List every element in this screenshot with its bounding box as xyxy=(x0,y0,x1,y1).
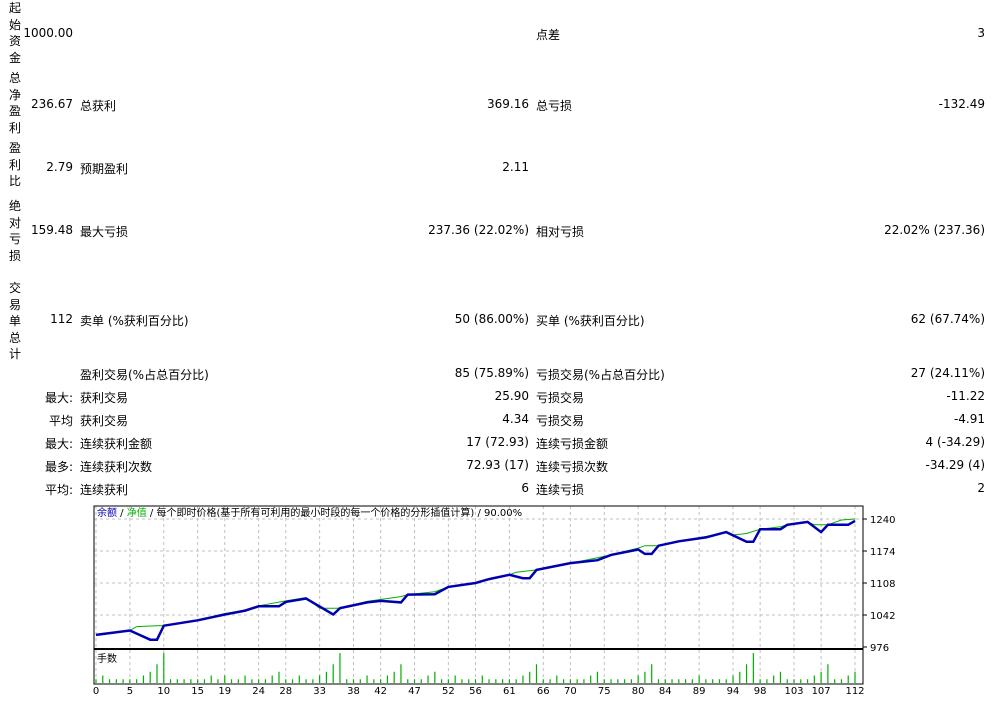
value-left: 237.36 (22.02%) xyxy=(428,223,529,237)
row-prefix: 最大: xyxy=(44,437,73,451)
value-left: 369.16 xyxy=(487,97,529,111)
value-left: 6 xyxy=(521,481,529,495)
value-left: 2.11 xyxy=(502,160,529,174)
x-tick-label: 103 xyxy=(784,686,803,697)
value-left: 50 (86.00%) xyxy=(454,312,529,326)
x-tick-label: 10 xyxy=(157,686,170,697)
row-value: 236.67 xyxy=(31,97,73,111)
x-tick-label: 24 xyxy=(252,686,265,697)
row-label: 绝对亏损 xyxy=(9,199,22,263)
value-right: -132.49 xyxy=(938,97,985,111)
x-tick-label: 52 xyxy=(442,686,455,697)
row-label: 总净盈利 xyxy=(9,71,22,135)
value-right: -4.91 xyxy=(953,412,985,426)
y-tick-label: 1240 xyxy=(870,515,895,526)
x-tick-label: 47 xyxy=(408,686,421,697)
x-tick-label: 28 xyxy=(279,686,292,697)
legend-equity: 净值 xyxy=(127,506,147,519)
value-right: 62 (67.74%) xyxy=(910,312,985,326)
x-tick-label: 94 xyxy=(727,686,740,697)
y-tick-label: 1042 xyxy=(870,611,895,622)
label-right: 点差 xyxy=(536,28,561,42)
value-right: 4 (-34.29) xyxy=(925,435,986,449)
label-left: 连续获利次数 xyxy=(80,460,153,474)
value-left: 25.90 xyxy=(494,389,529,403)
x-tick-label: 98 xyxy=(754,686,767,697)
model-label: 每个即时价格(基于所有可利用的最小时段的每一个价格的分形插值计算) xyxy=(156,506,474,519)
x-tick-label: 19 xyxy=(218,686,231,697)
x-tick-label: 15 xyxy=(191,686,204,697)
x-tick-label: 56 xyxy=(469,686,482,697)
y-tick-label: 1174 xyxy=(870,547,895,558)
y-tick-label: 1108 xyxy=(870,579,895,590)
label-left: 盈利交易(%占总百分比) xyxy=(80,368,209,382)
label-left: 获利交易 xyxy=(80,391,129,405)
value-left: 17 (72.93) xyxy=(466,435,529,449)
label-right: 连续亏损 xyxy=(536,483,585,497)
x-tick-label: 0 xyxy=(93,686,99,697)
x-tick-label: 42 xyxy=(374,686,387,697)
x-tick-label: 75 xyxy=(598,686,611,697)
label-right: 连续亏损次数 xyxy=(536,460,609,474)
x-tick-label: 84 xyxy=(659,686,672,697)
value-right: 22.02% (237.36) xyxy=(884,223,985,237)
value-left: 85 (75.89%) xyxy=(454,366,529,380)
label-left: 连续获利金额 xyxy=(80,437,153,451)
chart-title: 余额 / 净值 / 每个即时价格(基于所有可利用的最小时段的每一个价格的分形插值… xyxy=(97,506,522,519)
value-right: -34.29 (4) xyxy=(925,458,986,472)
label-right: 连续亏损金额 xyxy=(536,437,609,451)
x-tick-label: 89 xyxy=(693,686,706,697)
x-tick-label: 80 xyxy=(632,686,645,697)
label-left: 卖单 (%获利百分比) xyxy=(80,314,189,328)
x-tick-label: 70 xyxy=(564,686,577,697)
row-label: 盈利比 xyxy=(9,141,22,188)
row-label: 起始资金 xyxy=(9,1,22,65)
label-right: 总亏损 xyxy=(536,99,573,113)
row-value: 112 xyxy=(50,312,73,326)
axis-labels: 976 1042 1108 1174 1240 0 5 10 15 19 24 28 33 38 42 47 5… xyxy=(93,515,896,697)
x-tick-label: 66 xyxy=(537,686,550,697)
value-right: -11.22 xyxy=(946,389,985,403)
value-right: 3 xyxy=(977,26,985,40)
value-left: 4.34 xyxy=(502,412,529,426)
value-right: 27 (24.11%) xyxy=(910,366,985,380)
y-tick-label: 976 xyxy=(870,643,889,654)
x-tick-label: 38 xyxy=(347,686,360,697)
x-tick-label: 107 xyxy=(812,686,831,697)
row-prefix: 最大: xyxy=(44,391,73,405)
label-left: 最大亏损 xyxy=(80,225,129,239)
label-right: 相对亏损 xyxy=(536,225,585,239)
volume-label: 手数 xyxy=(97,652,117,665)
quality-label: 90.00% xyxy=(484,508,522,519)
label-left: 获利交易 xyxy=(80,414,129,428)
label-right: 买单 (%获利百分比) xyxy=(536,314,645,328)
row-prefix: 平均 xyxy=(48,414,73,428)
row-value: 159.48 xyxy=(31,223,73,237)
x-tick-label: 5 xyxy=(127,686,133,697)
legend-balance: 余额 xyxy=(97,506,117,519)
chart-grid xyxy=(94,506,867,684)
label-right: 亏损交易 xyxy=(536,391,585,405)
row-prefix: 平均: xyxy=(44,483,73,497)
x-tick-label: 33 xyxy=(313,686,326,697)
row-label: 交易单总计 xyxy=(9,281,22,361)
x-tick-label: 61 xyxy=(503,686,516,697)
x-tick-label: 112 xyxy=(845,686,864,697)
label-left: 连续获利 xyxy=(80,483,129,497)
row-value: 2.79 xyxy=(46,160,73,174)
value-right: 2 xyxy=(977,481,985,495)
label-left: 预期盈利 xyxy=(80,162,129,176)
balance-chart: 余额 / 净值 / 每个即时价格(基于所有可利用的最小时段的每一个价格的分形插值… xyxy=(93,505,896,697)
row-value: 1000.00 xyxy=(23,26,73,40)
label-right: 亏损交易(%占总百分比) xyxy=(536,368,665,382)
value-left: 72.93 (17) xyxy=(466,458,529,472)
label-left: 总获利 xyxy=(80,99,117,113)
label-right: 亏损交易 xyxy=(536,414,585,428)
row-prefix: 最多: xyxy=(44,460,73,474)
